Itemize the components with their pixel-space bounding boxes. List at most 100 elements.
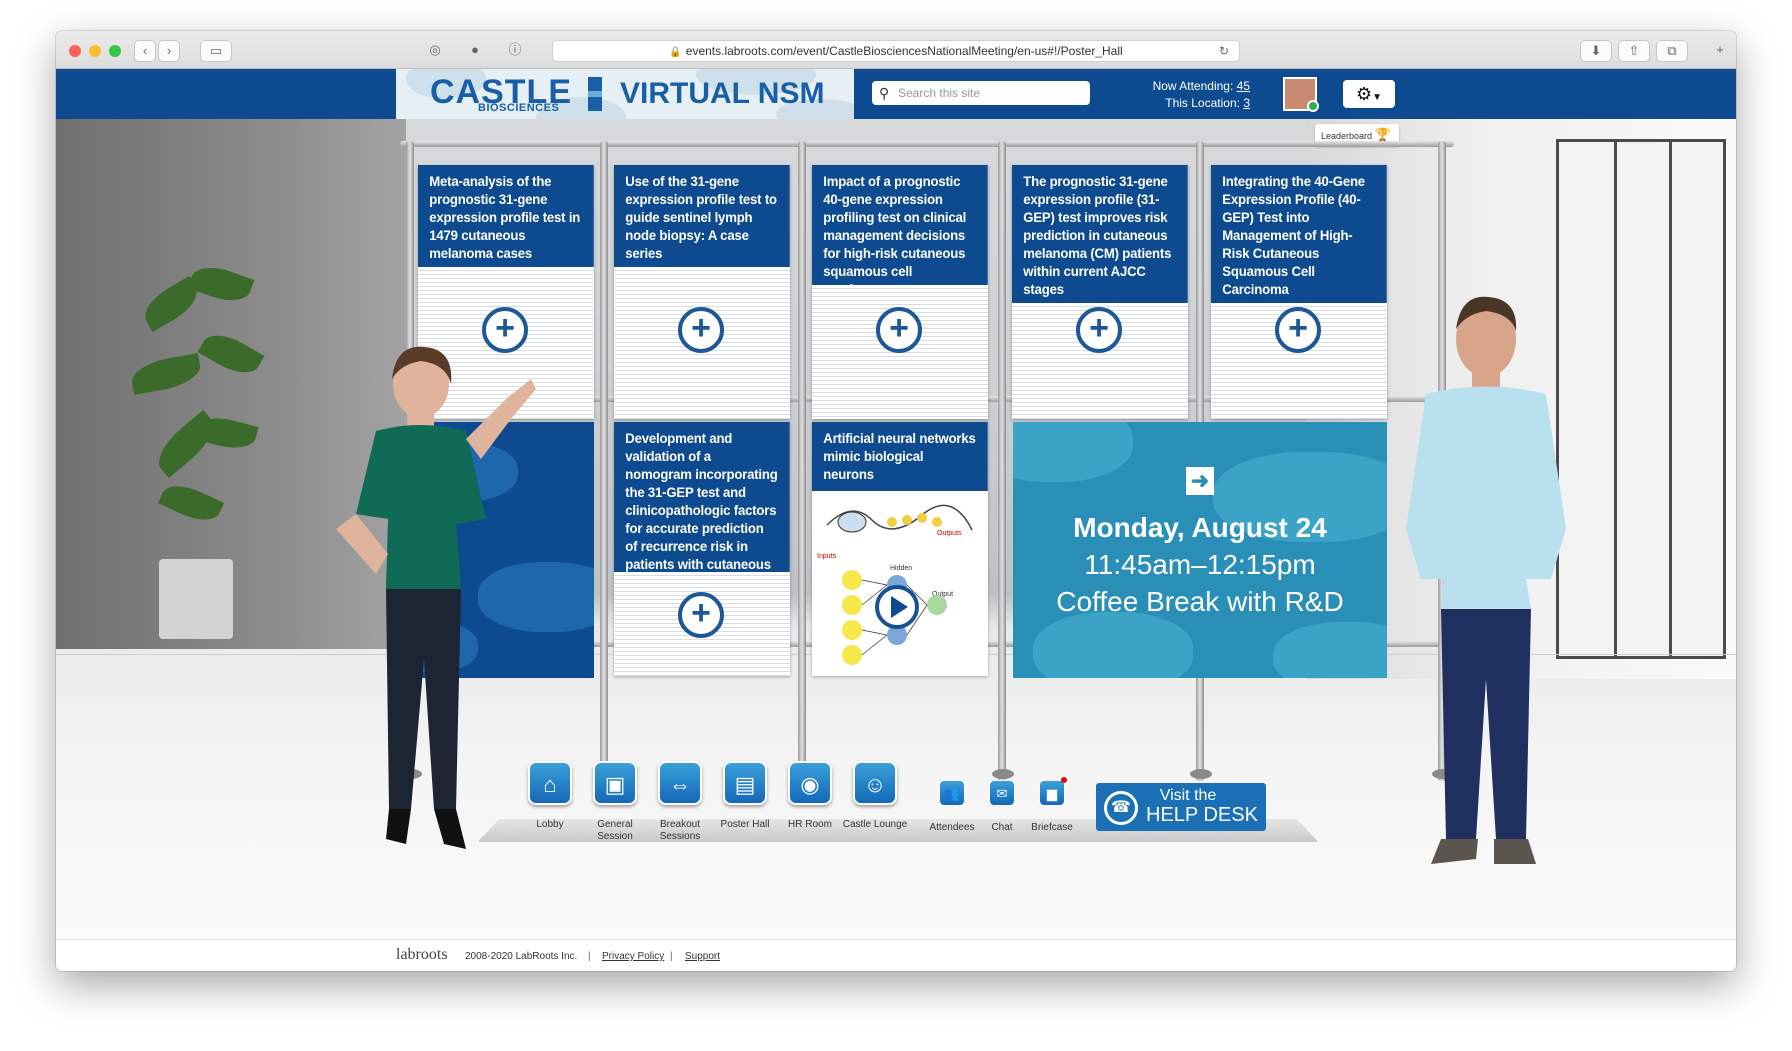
lounge-icon: ☺ (863, 772, 887, 797)
search-input[interactable]: ⚲ Search this site (872, 81, 1090, 105)
poster-title: The prognostic 31-gene expression profil… (1012, 165, 1188, 306)
hr-icon: ◉ (800, 772, 820, 797)
host-woman (336, 346, 536, 849)
nav-breakout-sessions[interactable]: ⇔ (658, 761, 702, 805)
briefcase-label[interactable]: Briefcase (1017, 822, 1087, 834)
nav-hr-room[interactable]: ◉ (788, 761, 832, 805)
poster-6[interactable]: Development and validation of a nomogram… (614, 422, 790, 676)
now-attending-count[interactable]: 45 (1237, 79, 1250, 93)
url-text: events.labroots.com/event/CastleBioscien… (685, 44, 1123, 58)
nav-hr-room-label[interactable]: HR Room (775, 819, 845, 831)
leaderboard-label: Leaderboard (1321, 131, 1373, 141)
adblock-icon[interactable]: ● (460, 40, 490, 62)
poster-hall-scene: Leaderboard 🏆 Meta-analysis of the progn… (56, 119, 1736, 939)
plus-icon[interactable]: + (1076, 307, 1122, 353)
host-man (1406, 296, 1566, 864)
labroots-logo[interactable]: labroots (396, 946, 448, 964)
breakout-icon: ⇔ (669, 772, 691, 797)
trophy-icon: 🏆 (1374, 127, 1391, 142)
briefcase-icon: ▆ (1047, 786, 1057, 801)
chevron-down-icon: ▼ (1372, 92, 1383, 103)
poster-5[interactable]: Integrating the 40-Gene Expression Profi… (1211, 165, 1387, 419)
nav-poster-hall-label[interactable]: Poster Hall (710, 819, 780, 831)
reload-icon[interactable]: ↻ (1219, 41, 1229, 62)
notification-dot (1061, 777, 1067, 783)
neuron-diagram: Inputs Outputs Hidden Output (817, 504, 973, 665)
avatar[interactable] (1283, 77, 1319, 112)
footer-separator: | (588, 951, 591, 962)
browser-window: ‹ › ▭ ◎ ● ⓘ 🔒 events.labroots.com/event/C… (56, 31, 1736, 971)
help-desk-button[interactable]: ☎ Visit the HELP DESK (1096, 783, 1266, 831)
support-link[interactable]: Support (685, 951, 720, 962)
plus-icon[interactable]: + (1275, 307, 1321, 353)
search-placeholder: Search this site (898, 86, 981, 100)
sidebar-icon[interactable]: ▭ (200, 40, 232, 62)
zoom-window-button[interactable] (109, 45, 121, 57)
location-count[interactable]: 3 (1243, 96, 1250, 110)
address-bar[interactable]: 🔒 events.labroots.com/event/CastleBioscie… (552, 40, 1240, 62)
gear-icon: ⚙ (1355, 84, 1373, 104)
minimize-window-button[interactable] (89, 45, 101, 57)
chat-icon: ✉ (996, 786, 1008, 801)
poster-title: Meta-analysis of the prognostic 31-gene … (418, 165, 594, 270)
plus-icon[interactable]: + (678, 592, 724, 638)
headset-icon: ☎ (1104, 791, 1138, 825)
outputs-label: Outputs (937, 530, 962, 537)
nav-general-session[interactable]: ▣ (593, 761, 637, 805)
lock-icon: 🔒 (669, 47, 682, 58)
footer-separator: | (670, 951, 673, 962)
extension-icon[interactable]: ◎ (420, 40, 450, 62)
settings-menu-button[interactable]: ⚙▼ (1343, 80, 1395, 108)
schedule-time: 11:45am–12:15pm (1084, 549, 1316, 580)
nav-breakout-sessions-label[interactable]: Breakout Sessions (645, 819, 715, 843)
poster-title: Use of the 31-gene expression profile te… (614, 165, 790, 270)
presentation-icon: ▣ (604, 772, 626, 797)
downloads-icon[interactable]: ⬇ (1580, 40, 1612, 62)
schedule-card[interactable]: ➜ Monday, August 24 11:45am–12:15pm Coff… (1013, 422, 1387, 678)
nav-castle-lounge[interactable]: ☺ (853, 761, 897, 805)
alert-icon[interactable]: ⓘ (500, 40, 530, 62)
new-tab-icon[interactable]: + (1708, 40, 1732, 62)
tabs-icon[interactable]: ⧉ (1656, 40, 1688, 62)
online-status-icon (1307, 100, 1319, 112)
share-icon[interactable]: ⇧ (1618, 40, 1650, 62)
close-window-button[interactable] (69, 45, 81, 57)
copyright-text: 2008-2020 LabRoots Inc. (465, 951, 578, 962)
logo-bar-accent (588, 91, 602, 97)
help-desk-line1: Visit the (1159, 787, 1217, 804)
nav-castle-lounge-label[interactable]: Castle Lounge (840, 819, 910, 831)
logo-event-text: VIRTUAL NSM (620, 77, 825, 110)
nav-general-session-label[interactable]: General Session (580, 819, 650, 843)
poster-title: Integrating the 40-Gene Expression Profi… (1211, 165, 1387, 306)
poster-7-video[interactable]: Artificial neural networks mimic biologi… (812, 422, 988, 676)
poster-2[interactable]: Use of the 31-gene expression profile te… (614, 165, 790, 419)
logo-biosciences-text: BIOSCIENCES (478, 102, 560, 114)
house-icon: ⌂ (543, 772, 557, 797)
browser-toolbar: ‹ › ▭ ◎ ● ⓘ 🔒 events.labroots.com/event/C… (56, 31, 1736, 69)
hidden-label: Hidden (890, 565, 912, 572)
poster-4[interactable]: The prognostic 31-gene expression profil… (1012, 165, 1188, 419)
arrow-right-icon[interactable]: ➜ (1186, 467, 1214, 495)
chat-button[interactable]: ✉ (989, 780, 1015, 806)
location-label: This Location: (1165, 96, 1240, 110)
privacy-policy-link[interactable]: Privacy Policy (602, 951, 664, 962)
attendees-icon: 👥 (943, 786, 961, 801)
search-icon: ⚲ (879, 85, 890, 101)
event-logo[interactable]: CASTLE BIOSCIENCES VIRTUAL NSM (396, 69, 854, 119)
back-icon[interactable]: ‹ (134, 40, 156, 62)
attendance-info: Now Attending: 45 This Location: 3 (1152, 78, 1250, 112)
nav-poster-hall[interactable]: ▤ (723, 761, 767, 805)
forward-icon[interactable]: › (158, 40, 180, 62)
inputs-label: Inputs (817, 553, 837, 560)
nav-lobby-label[interactable]: Lobby (515, 819, 585, 831)
attendees-button[interactable]: 👥 (939, 780, 965, 806)
nav-lobby[interactable]: ⌂ (528, 761, 572, 805)
plus-icon[interactable]: + (876, 307, 922, 353)
site-header: CASTLE BIOSCIENCES VIRTUAL NSM ⚲ Search … (56, 69, 1736, 119)
poster-3[interactable]: Impact of a prognostic 40-gene expressio… (812, 165, 988, 419)
plus-icon[interactable]: + (678, 307, 724, 353)
help-desk-line2: HELP DESK (1146, 804, 1258, 826)
briefcase-button[interactable]: ▆ (1039, 780, 1065, 806)
poster-icon: ▤ (734, 772, 756, 797)
schedule-date: Monday, August 24 (1073, 512, 1327, 543)
